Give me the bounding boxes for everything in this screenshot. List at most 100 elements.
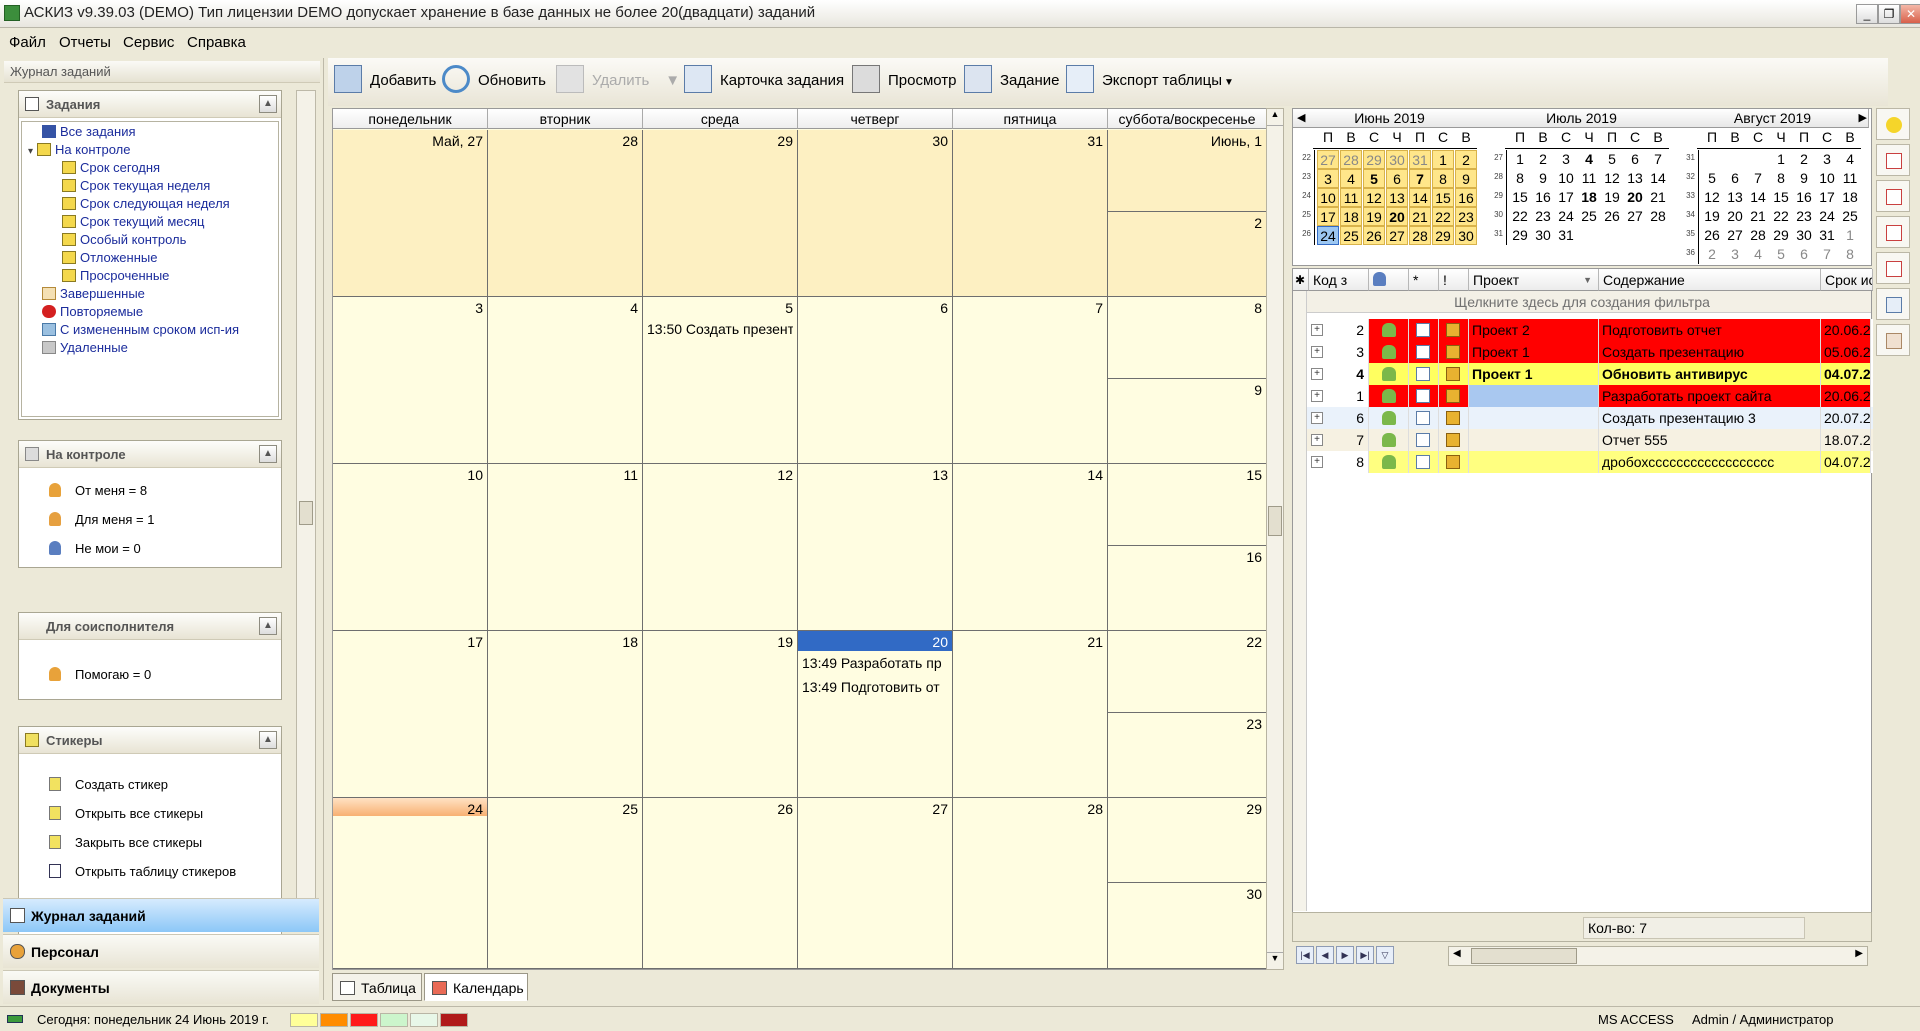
- mini-calendar-day[interactable]: 8: [1509, 169, 1531, 188]
- mini-calendar-day[interactable]: 16: [1455, 188, 1477, 207]
- mini-calendar-day[interactable]: 22: [1770, 207, 1792, 226]
- task-button[interactable]: Задание: [964, 65, 1060, 93]
- sun-button[interactable]: [1876, 108, 1910, 140]
- calendar-day-sunday[interactable]: 23: [1108, 713, 1267, 798]
- stat-for-me[interactable]: Для меня = 1: [49, 512, 154, 527]
- left-scrollbar[interactable]: ▼: [296, 90, 316, 924]
- mini-calendar-day[interactable]: 21: [1747, 207, 1769, 226]
- filter-button[interactable]: ▽: [1376, 946, 1394, 964]
- scroll-down[interactable]: ▼: [1267, 952, 1283, 969]
- mini-calendar-day[interactable]: 6: [1724, 169, 1746, 188]
- export-table-button[interactable]: Экспорт таблицы ▼: [1066, 65, 1234, 93]
- cell-project[interactable]: [1469, 451, 1599, 473]
- mini-calendar-day[interactable]: 30: [1793, 226, 1815, 245]
- cell-due-date[interactable]: 05.06.2019: [1821, 341, 1871, 363]
- mini-calendar-day[interactable]: 25: [1578, 207, 1600, 226]
- timeline-button[interactable]: [1876, 288, 1910, 320]
- calendar-day[interactable]: 25: [488, 798, 643, 969]
- mini-calendar-day[interactable]: 21: [1647, 188, 1669, 207]
- mini-calendar-day[interactable]: 7: [1816, 245, 1838, 264]
- mini-calendar-day[interactable]: 27: [1624, 207, 1646, 226]
- calendar-day[interactable]: 20 13:49 Разработать пр 13:49 Подготовить …: [798, 631, 953, 798]
- scroll-right[interactable]: ▶: [1855, 948, 1863, 959]
- chevron-down-icon[interactable]: ▼: [1224, 77, 1234, 88]
- create-sticker[interactable]: Создать стикер: [49, 777, 168, 792]
- col-people[interactable]: [1369, 269, 1409, 291]
- calendar-scrollbar[interactable]: ▲ ▼: [1266, 108, 1284, 970]
- tree-item-deleted[interactable]: Удаленные: [42, 340, 128, 355]
- collapse-button[interactable]: ▲: [259, 445, 277, 463]
- calendar-day[interactable]: 31: [953, 130, 1108, 297]
- mini-calendar-day[interactable]: 7: [1747, 169, 1769, 188]
- mini-calendar-day[interactable]: 5: [1601, 150, 1623, 169]
- mini-calendar-day[interactable]: 18: [1578, 188, 1600, 207]
- tree-item-all[interactable]: Все задания: [42, 124, 136, 139]
- tree-item-due-month[interactable]: Срок текущий месяц: [62, 214, 205, 229]
- refresh-button[interactable]: Обновить: [442, 65, 546, 93]
- cell-content[interactable]: Подготовить отчет: [1599, 319, 1821, 341]
- mini-calendar-day[interactable]: 7: [1647, 150, 1669, 169]
- cell-project[interactable]: [1469, 429, 1599, 451]
- expand-row-button[interactable]: +: [1311, 434, 1323, 446]
- col-code[interactable]: Код з: [1309, 269, 1369, 291]
- mini-calendar-day[interactable]: 30: [1455, 226, 1477, 245]
- tree-item-overdue[interactable]: Просроченные: [62, 268, 169, 283]
- cell-due-date[interactable]: 04.07.2019: [1821, 451, 1871, 473]
- mini-calendar-day[interactable]: 1: [1509, 150, 1531, 169]
- calendar-day[interactable]: 17: [333, 631, 488, 798]
- mini-calendar-day[interactable]: 20: [1724, 207, 1746, 226]
- stat-not-mine[interactable]: Не мои = 0: [49, 541, 141, 556]
- mini-calendar-day[interactable]: 20: [1386, 207, 1408, 226]
- calendar-day[interactable]: 30: [798, 130, 953, 297]
- calendar-month-button[interactable]: [1876, 216, 1910, 248]
- expand-icon[interactable]: ▾: [28, 146, 33, 157]
- calendar-day[interactable]: 14: [953, 464, 1108, 631]
- nav-tasks-journal[interactable]: Журнал заданий: [3, 898, 319, 932]
- calendar-day[interactable]: 21: [953, 631, 1108, 798]
- prev-month-button[interactable]: ◀: [1297, 111, 1305, 124]
- mini-calendar-day[interactable]: 19: [1363, 207, 1385, 226]
- calendar-event[interactable]: 13:49 Подготовить от: [802, 679, 948, 695]
- stat-helping[interactable]: Помогаю = 0: [49, 667, 151, 682]
- expand-row-button[interactable]: +: [1311, 368, 1323, 380]
- calendar-day-saturday[interactable]: 22: [1108, 631, 1267, 713]
- mini-calendar-day[interactable]: 29: [1509, 226, 1531, 245]
- mini-calendar-title[interactable]: Август 2019: [1677, 109, 1869, 128]
- mini-calendar-day[interactable]: 12: [1601, 169, 1623, 188]
- table-row[interactable]: ▶+1Разработать проект сайта20.06.2019: [1293, 385, 1873, 407]
- mini-calendar-day[interactable]: 11: [1578, 169, 1600, 188]
- maximize-button[interactable]: ❐: [1878, 4, 1900, 24]
- expand-row-button[interactable]: +: [1311, 346, 1323, 358]
- mini-calendar-day[interactable]: 29: [1770, 226, 1792, 245]
- mini-calendar-day[interactable]: 2: [1793, 150, 1815, 169]
- chevron-down-icon[interactable]: ▼: [665, 72, 680, 89]
- mini-calendar-day[interactable]: 8: [1770, 169, 1792, 188]
- cell-content[interactable]: Создать презентацию: [1599, 341, 1821, 363]
- cell-project[interactable]: Проект 1: [1469, 363, 1599, 385]
- mini-calendar-day[interactable]: 16: [1532, 188, 1554, 207]
- mini-calendar-day[interactable]: 18: [1839, 188, 1861, 207]
- mini-calendar-day[interactable]: 25: [1839, 207, 1861, 226]
- mini-calendar-day[interactable]: 30: [1532, 226, 1554, 245]
- mini-calendar-day[interactable]: 11: [1340, 188, 1362, 207]
- mini-calendar-day[interactable]: 17: [1816, 188, 1838, 207]
- delete-button[interactable]: Удалить ▼: [556, 65, 680, 93]
- cell-content[interactable]: Разработать проект сайта: [1599, 385, 1821, 407]
- mini-calendar-day[interactable]: 19: [1701, 207, 1723, 226]
- tab-table[interactable]: Таблица: [332, 973, 422, 1001]
- mini-calendar-day[interactable]: 27: [1724, 226, 1746, 245]
- mini-calendar-day[interactable]: 9: [1532, 169, 1554, 188]
- nav-personnel[interactable]: Персонал: [3, 934, 319, 968]
- mini-calendar-day[interactable]: 3: [1816, 150, 1838, 169]
- cell-due-date[interactable]: 18.07.2019: [1821, 429, 1871, 451]
- tab-calendar[interactable]: Календарь: [424, 973, 528, 1001]
- mini-calendar-day[interactable]: 10: [1555, 169, 1577, 188]
- open-stickers-table[interactable]: Открыть таблицу стикеров: [49, 864, 236, 879]
- mini-calendar-day[interactable]: 26: [1363, 226, 1385, 245]
- scroll-thumb[interactable]: [1471, 948, 1577, 964]
- mini-calendar-day[interactable]: 7: [1409, 169, 1431, 188]
- tree-item-repeated[interactable]: Повторяемые: [42, 304, 143, 319]
- mini-calendar-day[interactable]: 9: [1455, 169, 1477, 188]
- cell-project[interactable]: Проект 2: [1469, 319, 1599, 341]
- menu-help[interactable]: Справка: [187, 34, 246, 51]
